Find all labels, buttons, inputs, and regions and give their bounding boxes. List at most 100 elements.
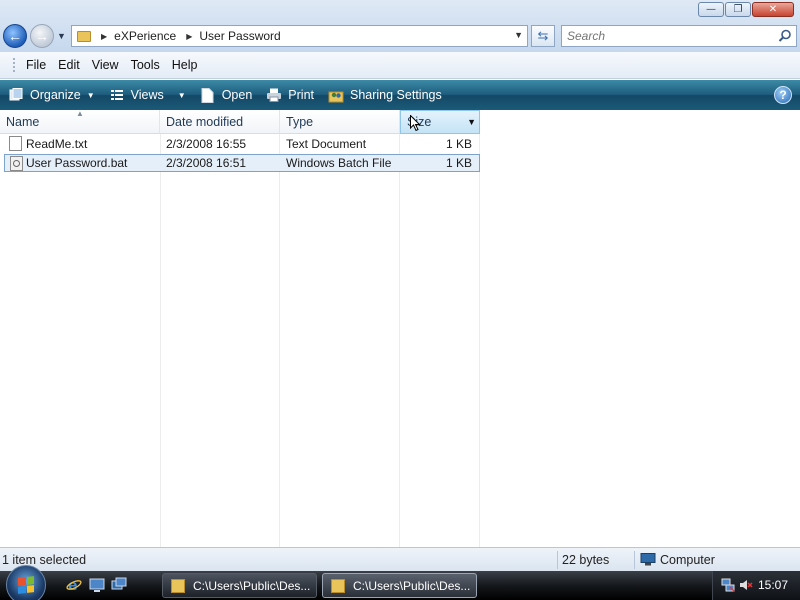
breadcrumb-experience[interactable]: eXPerience: [114, 29, 176, 43]
minimize-button[interactable]: —: [698, 2, 724, 17]
menu-view[interactable]: View: [86, 58, 125, 72]
file-date: 2/3/2008 16:51: [166, 156, 247, 170]
column-header-date[interactable]: Date modified: [160, 110, 280, 134]
explorer-screen: — ❐ ✕ ← → ▼ ▶ eXPerience ▶ User Password…: [0, 0, 800, 600]
document-icon: [200, 87, 216, 103]
maximize-button[interactable]: ❐: [725, 2, 751, 17]
close-button[interactable]: ✕: [752, 2, 794, 17]
volume-muted-icon[interactable]: [739, 578, 753, 592]
minimize-icon: —: [706, 3, 716, 15]
file-type: Windows Batch File: [286, 156, 392, 170]
print-label: Print: [288, 88, 314, 102]
text-file-icon: [9, 136, 22, 151]
taskbar-window-2[interactable]: C:\Users\Public\Des...: [322, 573, 477, 598]
title-bar: — ❐ ✕ ← → ▼ ▶ eXPerience ▶ User Password…: [0, 0, 800, 52]
status-size: 22 bytes: [562, 553, 610, 567]
close-icon: ✕: [768, 3, 778, 15]
file-list: ▲ Name Date modified Type Size ▼ ReadMe.…: [0, 109, 800, 547]
menu-help[interactable]: Help: [166, 58, 204, 72]
folder-icon: [331, 578, 345, 593]
column-header-type[interactable]: Type: [280, 110, 400, 134]
start-button[interactable]: [6, 565, 46, 600]
switch-windows-icon[interactable]: [111, 577, 127, 593]
refresh-button[interactable]: ⇆: [531, 25, 555, 47]
clock[interactable]: 15:07: [758, 578, 788, 592]
mouse-cursor-icon: [410, 115, 421, 132]
chevron-down-icon[interactable]: ▼: [178, 91, 186, 100]
chevron-down-icon: ▼: [86, 90, 95, 100]
network-icon[interactable]: [721, 578, 735, 592]
file-size: 1 KB: [445, 156, 472, 170]
organize-icon: [8, 87, 24, 103]
sharing-settings-button[interactable]: Sharing Settings: [328, 87, 442, 103]
search-icon[interactable]: [778, 29, 792, 43]
column-divider: [399, 134, 400, 547]
file-name: ReadMe.txt: [26, 137, 88, 151]
folder-icon: [171, 578, 185, 593]
system-tray: 15:07: [712, 571, 800, 600]
search-input[interactable]: [567, 29, 772, 43]
menu-tools[interactable]: Tools: [125, 58, 166, 72]
svg-text:e: e: [68, 578, 78, 593]
back-button[interactable]: ←: [3, 24, 27, 48]
forward-button[interactable]: →: [30, 24, 54, 48]
organize-label: Organize: [30, 88, 81, 102]
column-filter-dropdown-icon[interactable]: ▼: [467, 117, 476, 127]
status-divider: [634, 551, 635, 569]
menu-file[interactable]: File: [20, 58, 52, 72]
taskbar-window-1[interactable]: C:\Users\Public\Des...: [162, 573, 317, 598]
back-arrow-icon: ←: [8, 28, 22, 44]
column-header-size[interactable]: Size ▼: [400, 110, 480, 134]
file-name: User Password.bat: [26, 156, 128, 170]
window-controls: — ❐ ✕: [698, 2, 794, 17]
status-selection: 1 item selected: [2, 553, 87, 567]
file-row-user-password[interactable]: User Password.bat 2/3/2008 16:51 Windows…: [4, 154, 480, 172]
sharing-icon: [328, 87, 344, 103]
column-divider: [479, 134, 480, 547]
taskbar-window-2-label: C:\Users\Public\Des...: [353, 578, 471, 593]
column-header-name[interactable]: ▲ Name: [0, 109, 160, 134]
command-bar: Organize ▼ Views ▼ Open Print Sharing Se…: [0, 80, 800, 110]
menu-grip: [13, 58, 16, 72]
column-header-name-label: Name: [6, 114, 40, 129]
views-icon: [109, 87, 125, 103]
sort-ascending-icon: ▲: [76, 109, 84, 118]
column-divider: [160, 134, 161, 547]
batch-file-icon: [10, 156, 23, 171]
refresh-icon: ⇆: [537, 28, 549, 43]
breadcrumb-user-password[interactable]: User Password: [199, 29, 280, 43]
internet-explorer-icon[interactable]: e: [66, 577, 82, 593]
folder-icon: [77, 30, 91, 42]
file-date: 2/3/2008 16:55: [166, 137, 247, 151]
breadcrumb-arrow-icon[interactable]: ▶: [101, 32, 107, 41]
breadcrumb-arrow-icon[interactable]: ▶: [186, 32, 192, 41]
show-desktop-icon[interactable]: [89, 577, 105, 593]
views-label: Views: [130, 88, 164, 102]
organize-button[interactable]: Organize ▼: [8, 87, 95, 103]
file-row-readme[interactable]: ReadMe.txt 2/3/2008 16:55 Text Document …: [4, 135, 480, 153]
maximize-icon: ❐: [733, 3, 743, 15]
views-button[interactable]: Views ▼: [109, 87, 186, 103]
menu-edit[interactable]: Edit: [52, 58, 86, 72]
taskbar: e C:\Users\Public\Des... C:\Users\Public…: [0, 565, 800, 600]
recent-pages-dropdown[interactable]: ▼: [57, 31, 66, 41]
file-size: 1 KB: [445, 137, 472, 151]
help-button[interactable]: ?: [774, 86, 792, 104]
status-location: Computer: [660, 553, 715, 567]
column-divider: [279, 134, 280, 547]
status-bar: 1 item selected 22 bytes Computer: [0, 547, 800, 571]
column-header-type-label: Type: [286, 114, 314, 129]
file-type: Text Document: [286, 137, 367, 151]
print-button[interactable]: Print: [266, 87, 314, 103]
status-divider: [557, 551, 558, 569]
address-bar[interactable]: ▶ eXPerience ▶ User Password ▼: [71, 25, 528, 47]
search-box[interactable]: [561, 25, 797, 47]
open-button[interactable]: Open: [200, 87, 253, 103]
forward-arrow-icon: →: [35, 28, 49, 44]
menu-bar: File Edit View Tools Help: [0, 52, 800, 79]
sharing-label: Sharing Settings: [350, 88, 442, 102]
taskbar-window-1-label: C:\Users\Public\Des...: [193, 578, 311, 593]
address-dropdown-icon[interactable]: ▼: [514, 30, 523, 40]
help-icon: ?: [779, 88, 787, 102]
open-label: Open: [221, 88, 253, 102]
